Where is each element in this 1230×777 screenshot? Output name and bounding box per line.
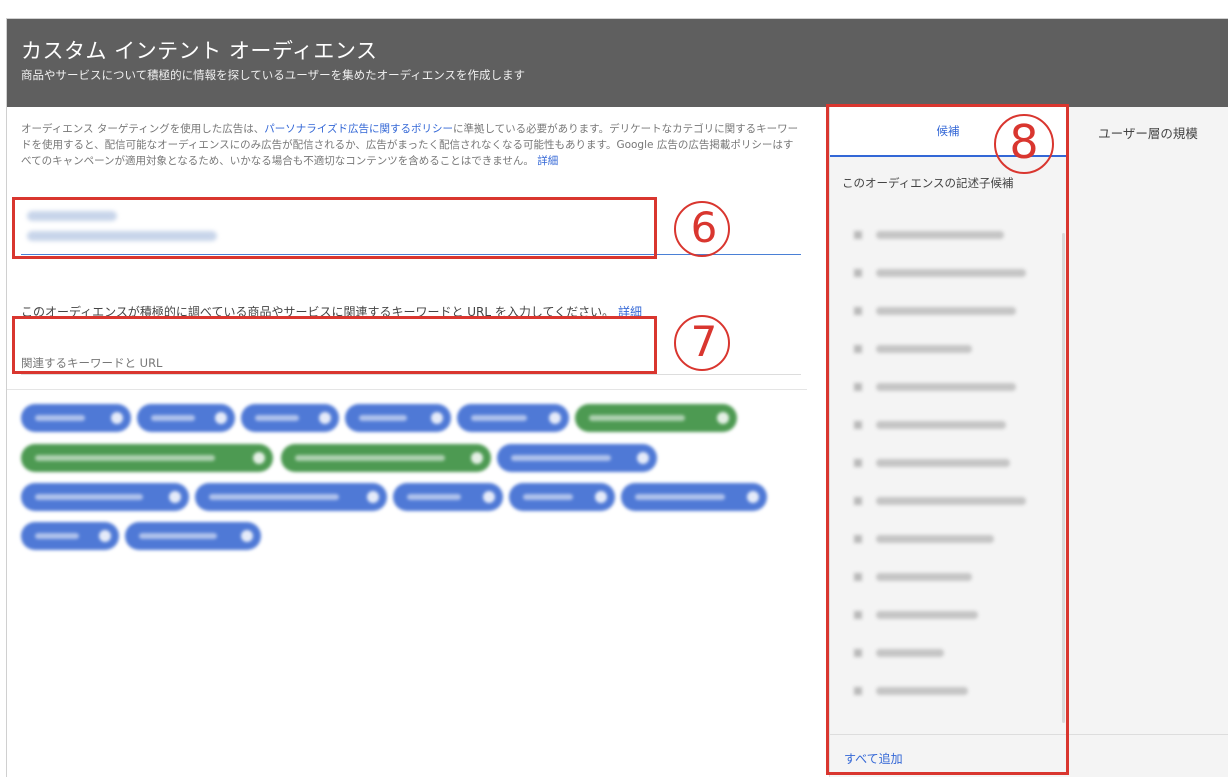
remove-chip-icon[interactable] [549, 412, 561, 424]
keyword-chip[interactable] [195, 483, 387, 511]
keyword-chip[interactable] [125, 522, 261, 550]
blurred-field-value [27, 231, 217, 241]
remove-chip-icon[interactable] [637, 452, 649, 464]
remove-chip-icon[interactable] [241, 530, 253, 542]
keyword-prompt-text: このオーディエンスが積極的に調べている商品やサービスに関連するキーワードと UR… [21, 305, 615, 319]
policy-details-link[interactable]: 詳細 [537, 155, 558, 167]
add-all-link[interactable]: すべて追加 [844, 750, 903, 767]
keyword-chip[interactable] [509, 483, 615, 511]
remove-chip-icon[interactable] [471, 452, 483, 464]
add-icon[interactable] [854, 649, 862, 657]
add-icon[interactable] [854, 687, 862, 695]
keyword-chip[interactable] [621, 483, 767, 511]
keyword-chip[interactable] [393, 483, 503, 511]
annotation-number-6: 6 [666, 200, 742, 260]
remove-chip-icon[interactable] [747, 491, 759, 503]
candidate-list [842, 229, 1066, 734]
dialog-header: カスタム インテント オーディエンス 商品やサービスについて積極的に情報を探して… [7, 19, 1228, 107]
remove-chip-icon[interactable] [111, 412, 123, 424]
add-icon[interactable] [854, 383, 862, 391]
add-icon[interactable] [854, 573, 862, 581]
keyword-chip[interactable] [497, 444, 657, 472]
personalized-ads-policy-link[interactable]: パーソナライズド広告に関するポリシー [264, 123, 453, 135]
url-chip[interactable] [281, 444, 491, 472]
remove-chip-icon[interactable] [253, 452, 265, 464]
remove-chip-icon[interactable] [595, 491, 607, 503]
keywords-urls-placeholder: 関連するキーワードと URL [21, 356, 163, 370]
keyword-chip[interactable] [241, 404, 339, 432]
keyword-chips [7, 389, 807, 569]
add-icon[interactable] [854, 611, 862, 619]
right-panel: 候補 ユーザー層の規模 このオーディエンスの記述子候補 すべて追加 [829, 107, 1228, 777]
add-icon[interactable] [854, 421, 862, 429]
keyword-chip[interactable] [21, 483, 189, 511]
remove-chip-icon[interactable] [215, 412, 227, 424]
keyword-chip[interactable] [457, 404, 569, 432]
keyword-chip[interactable] [21, 522, 119, 550]
remove-chip-icon[interactable] [483, 491, 495, 503]
keyword-chip[interactable] [21, 404, 131, 432]
add-icon[interactable] [854, 307, 862, 315]
keyword-details-link[interactable]: 詳細 [618, 305, 642, 319]
add-icon[interactable] [854, 497, 862, 505]
remove-chip-icon[interactable] [99, 530, 111, 542]
keyword-chip[interactable] [345, 404, 451, 432]
policy-text-before: オーディエンス ターゲティングを使用した広告は、 [21, 123, 265, 135]
add-icon[interactable] [854, 269, 862, 277]
url-chip[interactable] [575, 404, 737, 432]
annotation-number-7: 7 [666, 314, 742, 374]
add-icon[interactable] [854, 459, 862, 467]
dialog-subtitle: 商品やサービスについて積極的に情報を探しているユーザーを集めたオーディエンスを作… [21, 68, 526, 82]
candidate-scrollbar[interactable] [1062, 233, 1065, 723]
remove-chip-icon[interactable] [367, 491, 379, 503]
remove-chip-icon[interactable] [717, 412, 729, 424]
remove-chip-icon[interactable] [319, 412, 331, 424]
blurred-field-label [27, 211, 117, 221]
keyword-prompt: このオーディエンスが積極的に調べている商品やサービスに関連するキーワードと UR… [21, 303, 642, 320]
right-panel-footer: すべて追加 [830, 734, 1228, 777]
add-icon[interactable] [854, 345, 862, 353]
tab-audience-size[interactable]: ユーザー層の規模 [1066, 107, 1228, 157]
keyword-chip[interactable] [137, 404, 235, 432]
remove-chip-icon[interactable] [431, 412, 443, 424]
dialog-title: カスタム インテント オーディエンス [21, 39, 378, 63]
add-icon[interactable] [854, 231, 862, 239]
policy-notice: オーディエンス ターゲティングを使用した広告は、パーソナライズド広告に関するポリ… [21, 121, 801, 169]
add-icon[interactable] [854, 535, 862, 543]
remove-chip-icon[interactable] [169, 491, 181, 503]
url-chip[interactable] [21, 444, 273, 472]
annotation-number-8: 8 [986, 112, 1062, 178]
